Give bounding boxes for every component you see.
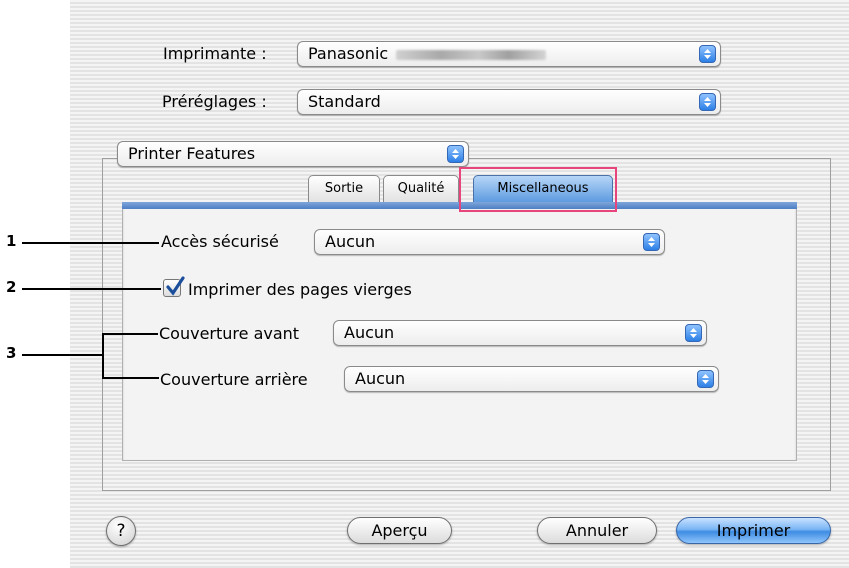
back-cover-value: Aucun: [355, 369, 406, 388]
callout-1: 1: [6, 232, 17, 250]
secure-access-popup[interactable]: Aucun: [314, 229, 665, 255]
callout-3-bracket: [102, 333, 104, 379]
panel-select-value: Printer Features: [128, 144, 256, 163]
front-cover-value: Aucun: [344, 323, 395, 342]
preview-button[interactable]: Aperçu: [347, 517, 452, 544]
callout-3-line: [22, 354, 103, 356]
back-cover-label: Couverture arrière: [160, 370, 308, 389]
printer-value: Panasonic: [308, 44, 389, 63]
chevron-updown-icon: [643, 233, 660, 251]
secure-access-value: Aucun: [325, 232, 376, 251]
callout-3-bracket-bottom: [102, 377, 159, 379]
tab-highlight-box: [459, 167, 617, 212]
help-button[interactable]: ?: [106, 516, 136, 546]
presets-popup[interactable]: Standard: [297, 89, 721, 115]
printer-model-redacted: [396, 49, 547, 60]
callout-3-bracket-top: [102, 333, 158, 335]
secure-access-label: Accès sécurisé: [161, 232, 279, 251]
chevron-updown-icon: [699, 45, 716, 63]
tab-sortie[interactable]: Sortie: [308, 175, 380, 202]
callout-3: 3: [6, 344, 17, 362]
chevron-updown-icon: [699, 93, 716, 111]
callout-1-line: [22, 242, 159, 244]
checkmark-icon: [166, 276, 185, 296]
chevron-updown-icon: [447, 145, 464, 163]
panel-select-popup[interactable]: Printer Features: [117, 141, 469, 167]
printer-popup[interactable]: Panasonic: [297, 41, 721, 67]
back-cover-popup[interactable]: Aucun: [344, 366, 719, 392]
front-cover-popup[interactable]: Aucun: [333, 320, 707, 346]
cancel-button[interactable]: Annuler: [537, 517, 657, 544]
print-button[interactable]: Imprimer: [676, 517, 831, 544]
presets-label: Préréglages :: [162, 92, 267, 111]
printer-label: Imprimante :: [163, 44, 267, 63]
presets-value: Standard: [308, 92, 381, 111]
front-cover-label: Couverture avant: [159, 324, 300, 343]
chevron-updown-icon: [685, 324, 702, 342]
tab-qualite[interactable]: Qualité: [383, 175, 459, 202]
chevron-updown-icon: [697, 370, 714, 388]
blank-pages-checkbox[interactable]: [163, 276, 185, 297]
callout-2: 2: [6, 278, 17, 296]
blank-pages-label: Imprimer des pages vierges: [188, 280, 412, 299]
callout-2-line: [22, 288, 161, 290]
